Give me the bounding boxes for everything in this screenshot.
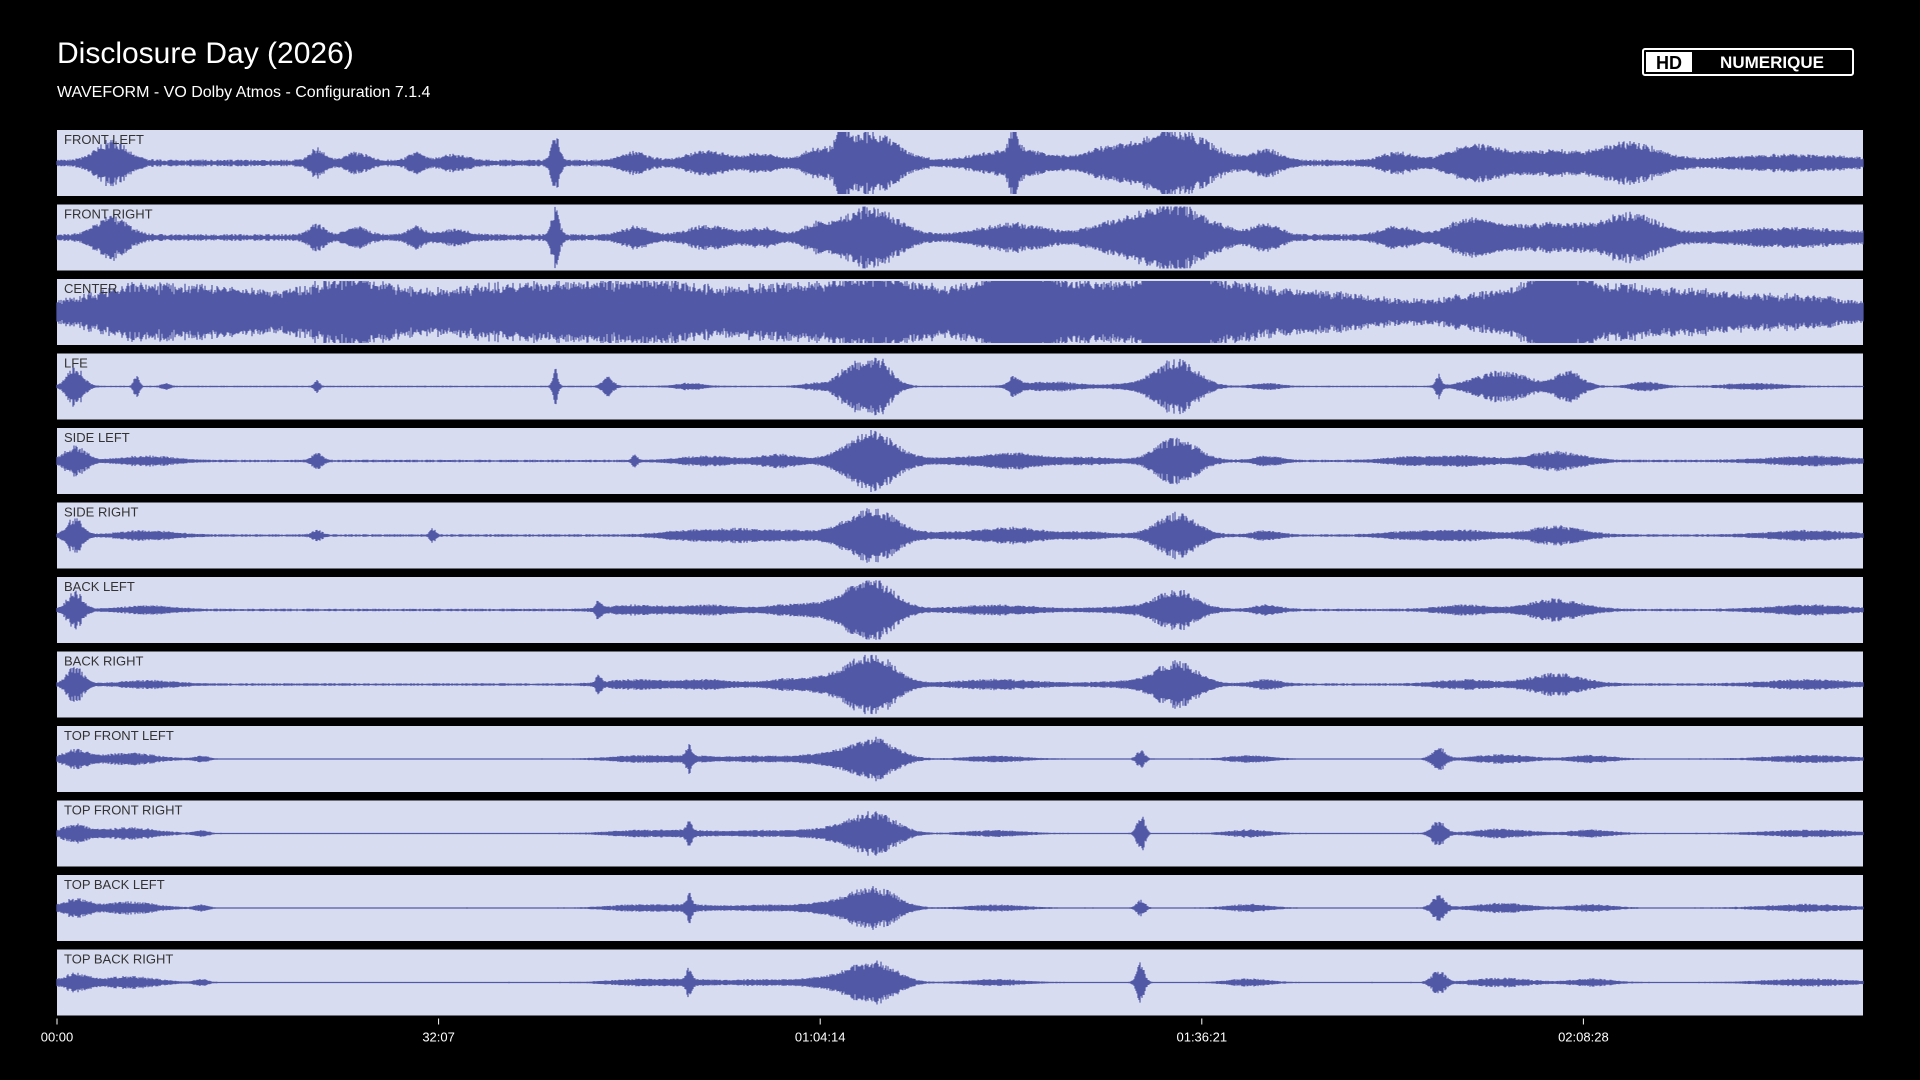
channel-side-right: SIDE RIGHT — [56, 502, 1864, 569]
channel-label: TOP FRONT LEFT — [64, 728, 174, 743]
channel-label: LFE — [64, 356, 88, 371]
time-axis: 00:00 32:07 01:04:14 01:36:21 02:08:28 — [41, 1018, 1609, 1045]
x-tick-label: 32:07 — [422, 1030, 455, 1045]
channel-top-front-right: TOP FRONT RIGHT — [56, 800, 1864, 867]
channel-label: FRONT RIGHT — [64, 207, 153, 222]
channel-label: TOP FRONT RIGHT — [64, 803, 183, 818]
channel-front-left: FRONT LEFT — [56, 130, 1864, 196]
x-tick-label: 00:00 — [41, 1030, 74, 1045]
channel-lanes: FRONT LEFT FRONT RIGHT CENTER LFE SIDE LEFT S… — [56, 130, 1864, 1016]
waveform-center — [56, 281, 1864, 343]
channel-top-back-right: TOP BACK RIGHT — [56, 949, 1864, 1016]
x-tick-label: 01:36:21 — [1176, 1030, 1227, 1045]
channel-back-left: BACK LEFT — [56, 577, 1864, 643]
channel-label: BACK RIGHT — [64, 654, 144, 669]
channel-label: FRONT LEFT — [64, 132, 144, 147]
channel-label: TOP BACK RIGHT — [64, 952, 173, 967]
channel-label: BACK LEFT — [64, 579, 135, 594]
channel-back-right: BACK RIGHT — [56, 651, 1864, 718]
waveform-chart: FRONT LEFT FRONT RIGHT CENTER LFE SIDE LEFT S… — [41, 130, 1864, 1045]
channel-label: SIDE LEFT — [64, 430, 130, 445]
channel-lfe: LFE — [56, 353, 1864, 420]
channel-side-left: SIDE LEFT — [56, 428, 1864, 494]
channel-label: SIDE RIGHT — [64, 505, 138, 520]
channel-label: CENTER — [64, 281, 117, 296]
channel-top-back-left: TOP BACK LEFT — [56, 875, 1864, 941]
channel-center: CENTER — [56, 279, 1864, 345]
channel-label: TOP BACK LEFT — [64, 877, 165, 892]
x-tick-label: 02:08:28 — [1558, 1030, 1609, 1045]
x-tick-label: 01:04:14 — [795, 1030, 846, 1045]
channel-top-front-left: TOP FRONT LEFT — [56, 726, 1864, 792]
channel-front-right: FRONT RIGHT — [56, 204, 1864, 271]
